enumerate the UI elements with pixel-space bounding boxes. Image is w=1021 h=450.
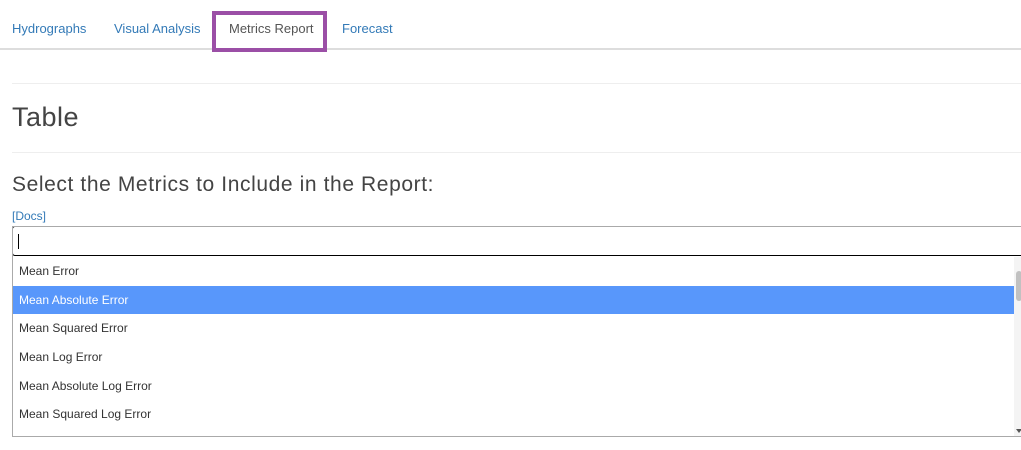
option-mean-log-error[interactable]: Mean Log Error [13,343,1014,372]
options-scrollbar[interactable] [1014,257,1021,436]
text-cursor [18,234,19,249]
nav-tabs: Hydrographs Visual Analysis Metrics Repo… [0,0,1021,51]
metrics-multiselect[interactable]: Mean Error Mean Absolute Error Mean Squa… [12,226,1021,437]
page-title: Table [12,102,80,132]
option-mean-absolute-log-error[interactable]: Mean Absolute Log Error [13,372,1014,401]
option-mean-absolute-error[interactable]: Mean Absolute Error [13,285,1014,315]
section-title: Select the Metrics to Include in the Rep… [12,173,435,196]
tab-forecast[interactable]: Forecast [342,0,393,50]
tab-hydrographs[interactable]: Hydrographs [12,0,86,50]
metrics-options-list: Mean Error Mean Absolute Error Mean Squa… [13,257,1014,429]
divider [12,83,1021,84]
divider [12,152,1021,153]
docs-link[interactable]: [Docs] [12,208,46,224]
tab-visual-analysis[interactable]: Visual Analysis [114,0,200,50]
scroll-down-arrow-icon[interactable] [1016,429,1021,433]
scrollbar-thumb[interactable] [1016,271,1021,301]
option-mean-squared-log-error[interactable]: Mean Squared Log Error [13,400,1014,429]
option-mean-error[interactable]: Mean Error [13,257,1014,286]
metrics-search-input[interactable] [13,227,1021,256]
tab-metrics-report[interactable]: Metrics Report [229,0,314,51]
option-mean-squared-error[interactable]: Mean Squared Error [13,314,1014,343]
